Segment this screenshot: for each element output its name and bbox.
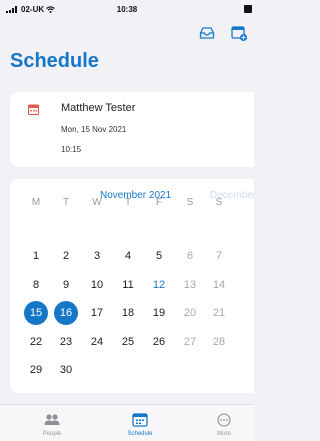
calendar-day[interactable]: 13 bbox=[178, 273, 202, 297]
calendar-day[interactable]: 15 bbox=[24, 301, 48, 325]
tab-schedule-label: Schedule bbox=[127, 431, 153, 437]
calendar-day[interactable]: 26 bbox=[147, 330, 171, 354]
inbox-icon[interactable] bbox=[198, 24, 216, 42]
weekday-label: T bbox=[62, 197, 70, 208]
calendar-day[interactable]: 23 bbox=[54, 330, 78, 354]
calendar-day[interactable]: 25 bbox=[116, 330, 140, 354]
weekday-label: S bbox=[215, 197, 223, 208]
calendar-day[interactable]: 9 bbox=[54, 273, 78, 297]
calendar-day[interactable]: 2 bbox=[54, 244, 78, 268]
tab-bar: People Schedule More bbox=[0, 404, 254, 441]
calendar-day[interactable]: 18 bbox=[116, 301, 140, 325]
tab-people-label: People bbox=[42, 431, 62, 437]
calendar-day[interactable]: 16 bbox=[54, 301, 78, 325]
calendar-day[interactable]: 20 bbox=[178, 301, 202, 325]
calendar-day[interactable]: 22 bbox=[24, 330, 48, 354]
calendar-day[interactable]: 3 bbox=[85, 244, 109, 268]
calendar-day[interactable]: 1 bbox=[24, 244, 48, 268]
tab-more[interactable]: More bbox=[194, 405, 254, 441]
status-time: 10:38 bbox=[116, 5, 138, 14]
calendar-day[interactable]: 6 bbox=[178, 244, 202, 268]
calendar-day[interactable]: 12 bbox=[147, 273, 171, 297]
weekday-label: T bbox=[124, 197, 132, 208]
calendar-day[interactable]: 7 bbox=[207, 244, 231, 268]
calendar-day[interactable]: 24 bbox=[85, 330, 109, 354]
status-bar: 02-UK 10:38 bbox=[0, 0, 254, 20]
weekday-label: M bbox=[31, 197, 41, 208]
calendar-day[interactable]: 17 bbox=[85, 301, 109, 325]
appointment-time: 10:15 bbox=[61, 145, 82, 154]
tab-people[interactable]: People bbox=[22, 405, 82, 441]
header-actions bbox=[198, 24, 248, 42]
calendar-icon bbox=[132, 413, 148, 427]
calendar-day[interactable]: 29 bbox=[24, 358, 48, 382]
weekday-label: F bbox=[155, 197, 163, 208]
page-title: Schedule bbox=[10, 50, 99, 72]
calendar-day[interactable]: 10 bbox=[85, 273, 109, 297]
calendar-add-icon[interactable] bbox=[230, 24, 248, 42]
calendar-day[interactable]: 28 bbox=[207, 330, 231, 354]
more-icon bbox=[217, 413, 231, 427]
weekday-label: S bbox=[186, 197, 194, 208]
calendar-day[interactable]: 8 bbox=[24, 273, 48, 297]
calendar-day[interactable]: 11 bbox=[116, 273, 140, 297]
people-icon bbox=[44, 414, 60, 425]
weekday-label: W bbox=[92, 197, 102, 208]
calendar-day[interactable]: 27 bbox=[178, 330, 202, 354]
appointment-calendar-icon bbox=[28, 104, 39, 115]
calendar-day[interactable]: 21 bbox=[207, 301, 231, 325]
calendar-day[interactable]: 14 bbox=[207, 273, 231, 297]
appointment-date: Mon, 15 Nov 2021 bbox=[61, 125, 127, 134]
tab-more-label: More bbox=[217, 431, 231, 437]
appointment-name: Matthew Tester bbox=[61, 102, 136, 114]
battery-icon bbox=[244, 5, 252, 13]
calendar-day[interactable]: 19 bbox=[147, 301, 171, 325]
calendar-day[interactable]: 5 bbox=[147, 244, 171, 268]
tab-schedule[interactable]: Schedule bbox=[110, 405, 170, 441]
calendar-day[interactable]: 30 bbox=[54, 358, 78, 382]
calendar-day[interactable]: 4 bbox=[116, 244, 140, 268]
